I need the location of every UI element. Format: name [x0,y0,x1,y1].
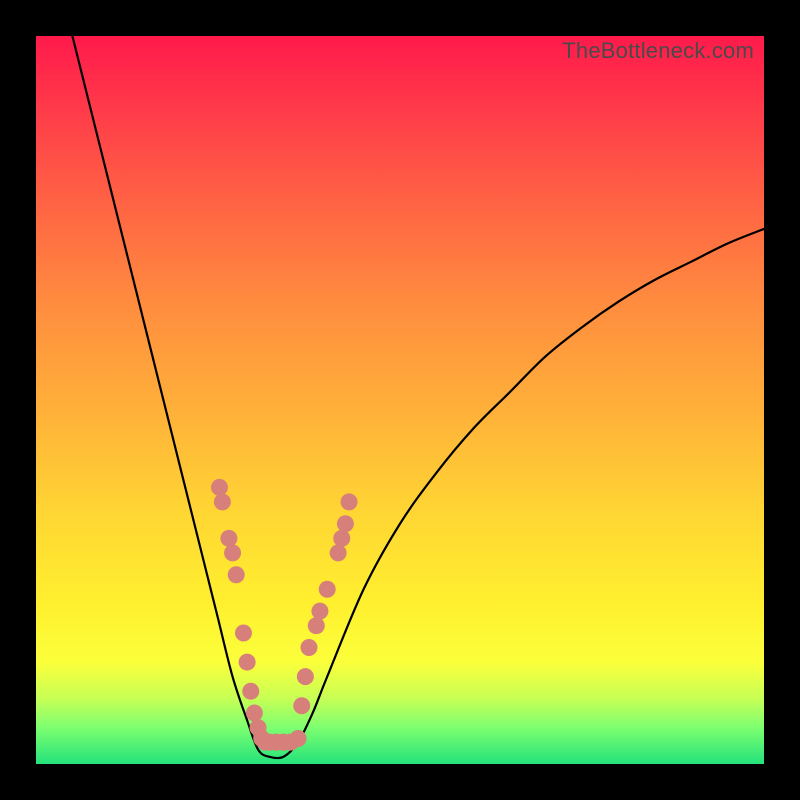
curve-marker [293,697,310,714]
curve-marker [319,581,336,598]
curve-marker [308,617,325,634]
curve-marker [330,544,347,561]
curve-marker [311,603,328,620]
curve-markers [211,479,358,751]
chart-svg [36,36,764,764]
curve-marker [246,705,263,722]
curve-marker [220,530,237,547]
curve-marker [297,668,314,685]
curve-marker [290,730,307,747]
curve-marker [211,479,228,496]
curve-marker [337,515,354,532]
curve-marker [301,639,318,656]
curve-marker [224,544,241,561]
curve-marker [333,530,350,547]
curve-marker [239,654,256,671]
curve-marker [242,683,259,700]
chart-frame: TheBottleneck.com [0,0,800,800]
curve-marker [214,493,231,510]
curve-marker [235,624,252,641]
bottleneck-curve [72,36,764,758]
curve-marker [341,493,358,510]
plot-area: TheBottleneck.com [36,36,764,764]
curve-marker [228,566,245,583]
